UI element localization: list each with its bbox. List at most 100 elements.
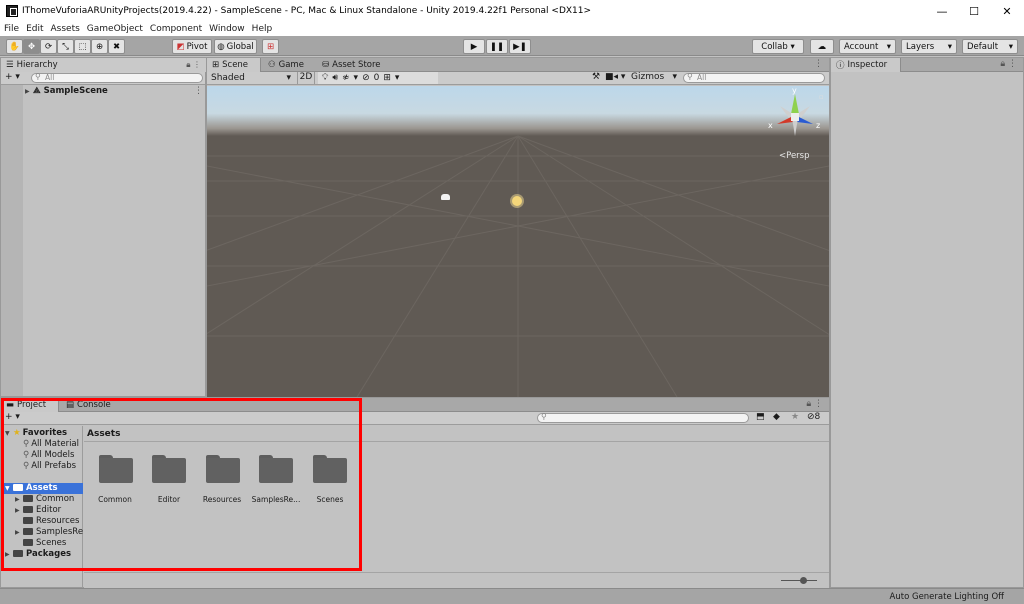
hierarchy-panel: ☰Hierarchy 🔒︎ ⋮ + ▾ All ▶⟁SampleScene ⋮ [0,57,207,397]
chevron-down-icon: ▾ [1008,41,1013,52]
unity-app-icon [6,5,18,17]
chevron-down-icon[interactable]: ▾ [354,73,359,83]
pivot-toggle[interactable]: ◩ Pivot [172,39,212,54]
layers-label: Layers [906,41,935,52]
tab-scene[interactable]: ⊞ Scene [207,58,261,72]
collab-button[interactable]: Collab ▾ [752,39,804,54]
inspector-panel: ⓘ Inspector 🔒︎ ⋮ [830,57,1024,588]
tab-asset-store[interactable]: ⛁ Asset Store [317,58,386,72]
scene-viewport[interactable]: y x z ▫ <Persp [207,86,829,397]
asset-store-tab-label: Asset Store [332,60,381,70]
scene-name: SampleScene [43,86,108,96]
menu-bar: File Edit Assets GameObject Component Wi… [0,22,1024,36]
chevron-down-icon: ▾ [286,73,291,83]
menu-gameobject[interactable]: GameObject [87,24,143,34]
zoom-slider-handle[interactable] [800,577,807,584]
list-icon: ☰ [6,60,14,70]
scene-view-toggles: 💡︎ 🔊︎ ≉ ▾ ⊘ 0 ⊞ ▾ [318,72,438,84]
rotate-tool-icon[interactable]: ⟳ [40,39,57,54]
hidden-count: 0 [373,73,380,83]
chevron-down-icon: ▾ [886,41,891,52]
scene-grid [207,135,829,397]
inspector-tab-label: Inspector [847,60,888,70]
chevron-down-icon: ▾ [672,72,677,82]
hierarchy-gutter [1,85,23,396]
hidden-packages-icon[interactable]: ⊘8 [807,412,820,422]
play-button[interactable]: ▶ [463,39,485,54]
axis-y-label: y [792,86,797,95]
tab-hierarchy[interactable]: ☰ Hierarchy 🔒︎ ⋮ [1,58,207,72]
audio-icon[interactable]: 🔊︎ [332,73,338,83]
maximize-button[interactable]: ☐ [957,0,991,22]
tab-inspector[interactable]: ⓘ Inspector [831,58,901,72]
zoom-slider-track[interactable] [781,580,817,581]
create-dropdown[interactable]: + ▾ [5,72,20,82]
layout-dropdown[interactable]: Default ▾ [962,39,1018,54]
menu-file[interactable]: File [4,24,19,34]
axis-z-label: z [816,121,821,130]
grid-icon[interactable]: ⊞ [383,73,391,83]
menu-component[interactable]: Component [150,24,202,34]
lock-icon[interactable]: 🔒︎ ⋮ [186,60,201,70]
step-button[interactable]: ▶❚ [509,39,531,54]
inspector-menu-icon[interactable]: 🔒︎ ⋮ [1000,59,1017,69]
pivot-icon: ◩ [176,41,185,52]
lock-icon[interactable]: ▫ [819,93,824,101]
close-button[interactable]: ✕ [990,0,1024,22]
menu-edit[interactable]: Edit [26,24,43,34]
game-tab-label: Game [278,60,304,70]
scene-menu-icon[interactable]: ⋮ [194,86,203,96]
persp-label[interactable]: <Persp [779,151,810,161]
scene-item[interactable]: ▶ ⟁ SampleScene [25,86,108,97]
favorite-star-icon[interactable]: ★ [791,412,799,422]
scene-tab-menu-icon[interactable]: ⋮ [814,59,823,69]
label-icon[interactable]: ◆ [773,412,780,422]
snap-settings-icon[interactable]: ⊞ [262,39,279,54]
orientation-gizmo[interactable]: y x z ▫ <Persp [767,86,827,168]
account-dropdown[interactable]: Account ▾ [839,39,896,54]
camera-icon[interactable]: ■◂ ▾ [605,72,625,82]
gizmos-dropdown[interactable]: Gizmos ▾ [629,72,679,84]
pivot-label: Pivot [186,41,208,52]
lighting-icon[interactable]: 💡︎ [322,73,328,83]
auto-lighting-status[interactable]: Auto Generate Lighting Off [890,592,1004,602]
toggle-2d-button[interactable]: 2D [297,72,315,84]
camera-gizmo-icon[interactable] [441,194,450,200]
gamepad-icon: ⚇ [268,60,276,70]
global-toggle[interactable]: ◍ Global [214,39,257,54]
effects-icon[interactable]: ≉ [342,73,350,83]
tools-icon[interactable]: ⚒ [592,72,600,82]
shading-dropdown[interactable]: Shaded ▾ [209,72,293,84]
rect-tool-icon[interactable]: ⬚ [74,39,91,54]
menu-assets[interactable]: Assets [51,24,80,34]
chevron-down-icon[interactable]: ▾ [395,73,400,83]
layers-dropdown[interactable]: Layers ▾ [901,39,957,54]
move-tool-icon[interactable]: ✥ [23,39,40,54]
pause-button[interactable]: ❚❚ [486,39,508,54]
filter-type-icon[interactable]: ⬒ [756,412,765,422]
axis-x-label: x [768,121,773,130]
expand-arrow-icon[interactable]: ▶ [25,86,33,97]
hidden-objects-icon[interactable]: ⊘ [362,73,370,83]
scale-tool-icon[interactable]: ⤡ [57,39,74,54]
status-bar: Auto Generate Lighting Off [0,588,1024,604]
title-bar: IThomeVuforiaARUnityProjects(2019.4.22) … [0,0,1024,22]
transform-tool-icon[interactable]: ⊕ [91,39,108,54]
cloud-icon[interactable]: ☁ [810,39,834,54]
hand-tool-icon[interactable]: ✋ [6,39,23,54]
menu-help[interactable]: Help [252,24,273,34]
light-gizmo-icon[interactable] [512,196,522,206]
main-toolbar: ✋ ✥ ⟳ ⤡ ⬚ ⊕ ✖ ◩ Pivot ◍ Global ⊞ ▶ ❚❚ ▶❚ C… [0,36,1024,56]
custom-tool-icon[interactable]: ✖ [108,39,125,54]
bag-icon: ⛁ [322,60,330,70]
minimize-button[interactable]: — [925,0,959,22]
project-menu-icon[interactable]: 🔒︎ ⋮ [806,399,823,409]
menu-window[interactable]: Window [209,24,245,34]
tab-game[interactable]: ⚇ Game [263,58,309,72]
scene-tab-label: Scene [222,60,249,70]
project-search-input[interactable] [537,413,749,423]
scene-icon: ⟁ [33,86,41,96]
layout-label: Default [967,41,999,52]
scene-search-input[interactable]: All [683,73,825,83]
hierarchy-search-input[interactable]: All [31,73,203,83]
